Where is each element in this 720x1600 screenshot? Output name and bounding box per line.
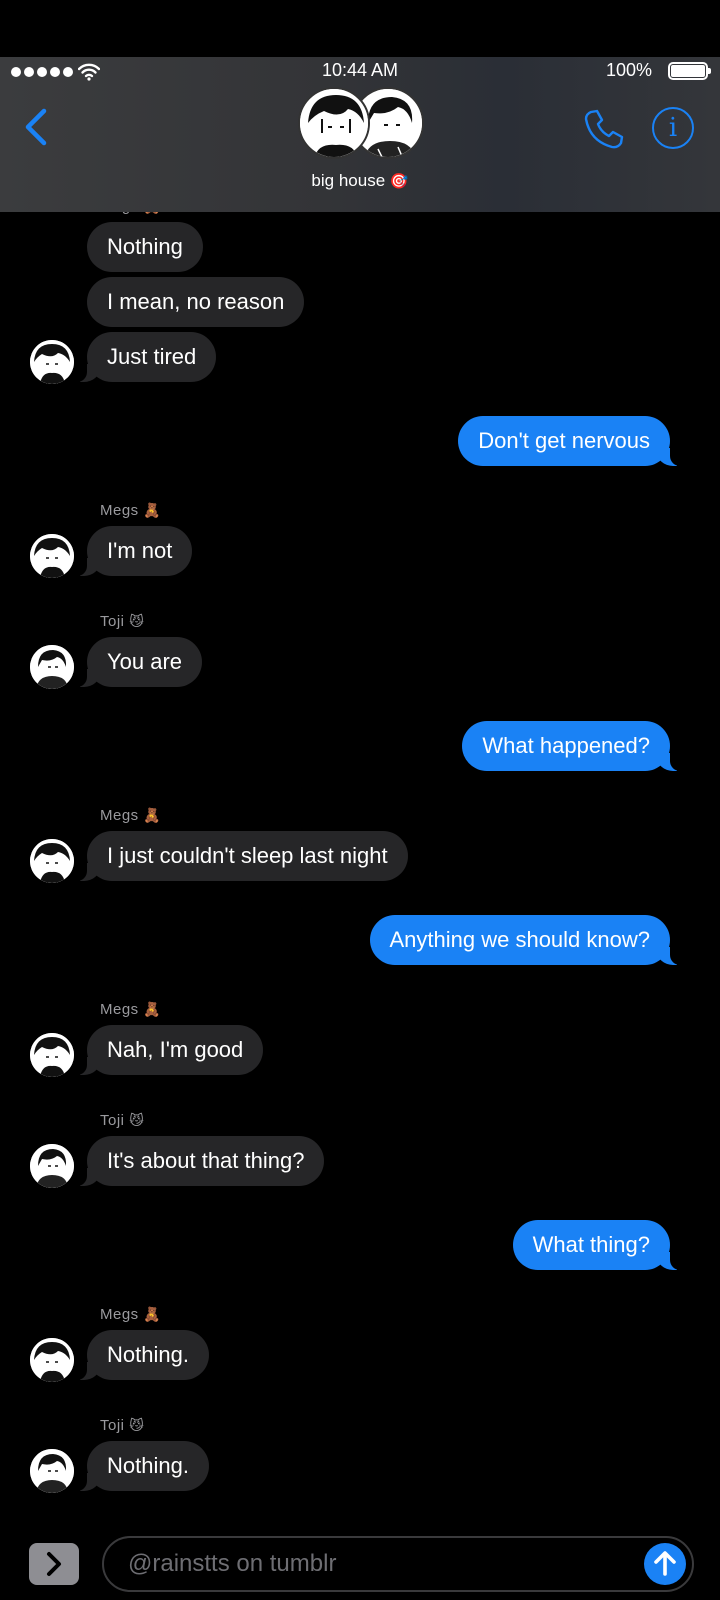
message-bubble-incoming[interactable]: I just couldn't sleep last night: [76, 831, 408, 881]
sender-name: Megs 🧸: [100, 1001, 162, 1018]
message-bubble-outgoing[interactable]: Anything we should know?: [369, 915, 681, 965]
message-composer[interactable]: [102, 1536, 694, 1592]
sender-name: Toji 😼: [100, 1112, 145, 1129]
message-bubble-incoming[interactable]: Nothing: [87, 222, 203, 272]
message-bubble-incoming[interactable]: Nothing.: [76, 1441, 209, 1491]
status-bar: 10:44 AM 100%: [0, 57, 720, 87]
composer-bar: [0, 1532, 720, 1600]
group-avatar-stack[interactable]: [298, 87, 424, 159]
group-name[interactable]: big house 🎯: [0, 171, 720, 191]
conversation-header: 10:44 AM 100% big house 🎯 i: [0, 57, 720, 212]
sender-name: Megs 🧸: [100, 502, 162, 519]
message-bubble-outgoing[interactable]: What happened?: [462, 721, 681, 771]
sender-name: Megs 🧸: [100, 807, 162, 824]
sender-avatar-megs[interactable]: [30, 1033, 74, 1077]
sender-name: Toji 😼: [100, 613, 145, 630]
message-input[interactable]: [128, 1546, 608, 1582]
message-bubble-outgoing[interactable]: What thing?: [512, 1220, 682, 1270]
chevron-right-icon: [47, 1552, 61, 1576]
participant-avatar-megs: [298, 87, 370, 159]
phone-icon[interactable]: [582, 107, 626, 151]
info-icon[interactable]: i: [652, 107, 694, 149]
sender-name: Megs 🧸: [100, 1306, 162, 1323]
sender-avatar-toji[interactable]: [30, 1449, 74, 1493]
message-bubble-incoming[interactable]: You are: [75, 637, 203, 687]
message-bubble-incoming[interactable]: It's about that thing?: [75, 1136, 325, 1186]
sender-avatar-megs[interactable]: [30, 340, 74, 384]
battery-percentage: 100%: [605, 60, 652, 80]
sender-avatar-megs[interactable]: [30, 534, 74, 578]
message-bubble-incoming[interactable]: I'm not: [75, 526, 193, 576]
top-black-strip: [0, 0, 720, 57]
sender-avatar-megs[interactable]: [30, 1338, 74, 1382]
battery-icon: [668, 62, 711, 80]
sender-avatar-megs[interactable]: [30, 839, 74, 883]
sender-avatar-toji[interactable]: [30, 645, 74, 689]
message-bubble-incoming[interactable]: Just tired: [75, 332, 217, 382]
group-name-emoji: 🎯: [389, 173, 409, 190]
back-chevron-icon[interactable]: [18, 105, 54, 149]
message-bubble-incoming[interactable]: Nah, I'm good: [75, 1025, 264, 1075]
send-button[interactable]: [644, 1543, 686, 1585]
message-thread[interactable]: Megs 🧸 Nothing I mean, no reason Just ti…: [0, 212, 720, 1532]
message-bubble-incoming[interactable]: Nothing.: [76, 1330, 209, 1380]
group-name-text: big house: [311, 171, 386, 190]
message-bubble-outgoing[interactable]: Don't get nervous: [458, 416, 681, 466]
sender-name: Megs 🧸: [100, 212, 161, 215]
message-bubble-incoming[interactable]: I mean, no reason: [87, 277, 305, 327]
expand-apps-button[interactable]: [29, 1543, 79, 1585]
sender-name: Toji 😼: [100, 1417, 145, 1434]
arrow-up-icon: [654, 1551, 676, 1576]
sender-avatar-toji[interactable]: [30, 1144, 74, 1188]
